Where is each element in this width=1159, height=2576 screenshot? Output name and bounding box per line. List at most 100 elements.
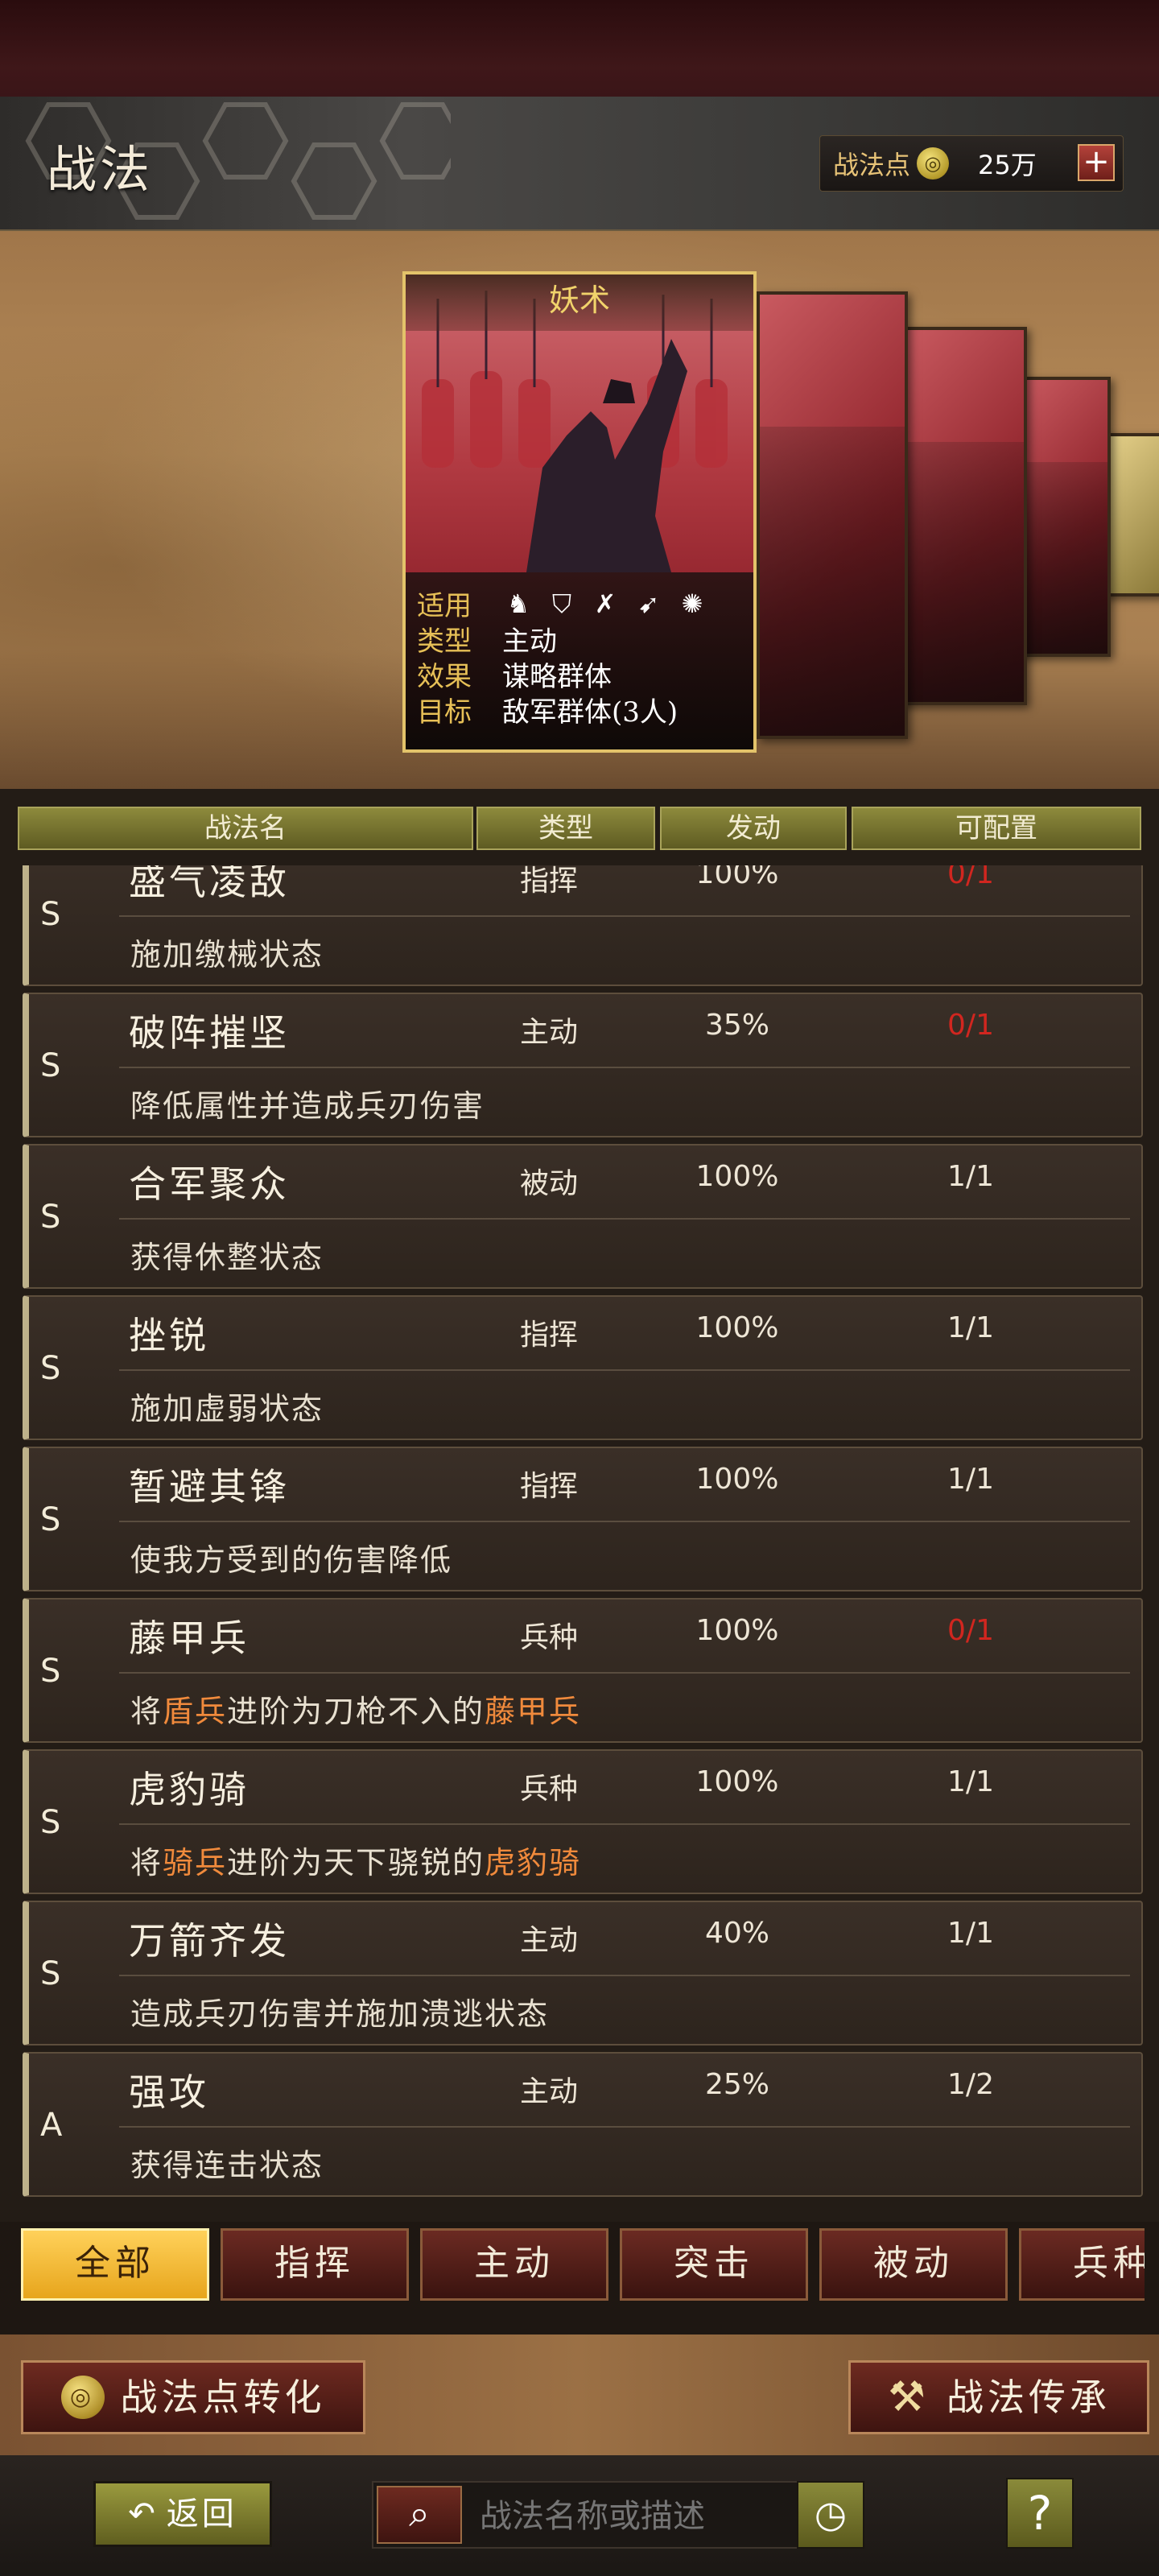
description-text: 施加虚弱状态	[130, 1391, 324, 1426]
tactic-description: 将骑兵进阶为天下骁锐的虎豹骑	[130, 1838, 581, 1882]
tactic-name: 挫锐	[129, 1314, 209, 1357]
search-icon[interactable]: ⌕	[377, 2486, 462, 2544]
info-row-applicable: 适用 ♞ ⛉ ✗ ➹ ✺	[417, 584, 708, 623]
row-divider	[119, 1369, 1130, 1371]
header-bar: 战法 战法点 ◎ 25万 +	[0, 97, 1159, 231]
tactic-slots: 1/1	[947, 1463, 994, 1496]
tactic-grade: S	[40, 896, 61, 933]
tactic-slots: 0/1	[947, 1009, 994, 1042]
column-header-name[interactable]: 战法名	[18, 807, 473, 850]
tactic-slots: 0/1	[947, 1614, 994, 1647]
description-text: 获得连击状态	[130, 2148, 324, 2183]
top-banner	[0, 0, 1159, 97]
tactic-type: 指挥	[519, 1470, 578, 1503]
convert-points-button[interactable]: ◎ 战法点转化	[21, 2360, 365, 2434]
tactic-rate: 100%	[695, 1765, 779, 1798]
row-divider	[119, 915, 1130, 917]
tab-troop[interactable]: 兵种	[1019, 2228, 1145, 2301]
tab-passive[interactable]: 被动	[819, 2228, 1008, 2301]
table-row[interactable]: S 合军聚众 被动 100% 1/1 获得休整状态	[23, 1144, 1143, 1289]
convert-points-label: 战法点转化	[120, 2376, 326, 2419]
tab-command[interactable]: 指挥	[221, 2228, 409, 2301]
tactic-points-value: 25万	[978, 150, 1037, 180]
tab-active[interactable]: 主动	[420, 2228, 608, 2301]
tactic-rate: 35%	[704, 1009, 769, 1042]
featured-card-name: 妖术	[406, 275, 753, 331]
highlighted-term: 虎豹骑	[485, 1845, 582, 1880]
card-preview-2[interactable]	[898, 327, 1027, 705]
tactic-name: 暂避其锋	[129, 1465, 290, 1509]
tab-assault[interactable]: 突击	[620, 2228, 808, 2301]
tactic-rate: 100%	[695, 1614, 779, 1647]
tactic-rate: 100%	[695, 1160, 779, 1193]
tactic-rate: 40%	[704, 1917, 769, 1950]
tactic-grade: S	[40, 1199, 61, 1236]
table-row[interactable]: S 虎豹骑 兵种 100% 1/1 将骑兵进阶为天下骁锐的虎豹骑	[23, 1749, 1143, 1894]
row-divider	[119, 1672, 1130, 1674]
tactic-slots: 1/1	[947, 1160, 994, 1193]
tactic-points-display: 战法点 ◎ 25万 +	[819, 135, 1124, 192]
shield-icon: ⛉	[551, 588, 571, 619]
tactic-description: 获得连击状态	[130, 2140, 324, 2185]
tactic-grade: A	[40, 2107, 63, 2144]
tactic-type: 兵种	[519, 1621, 578, 1654]
tactic-grade: S	[40, 1804, 61, 1841]
tactic-grade: S	[40, 1653, 61, 1690]
column-header-type[interactable]: 类型	[476, 807, 655, 850]
column-header-rate[interactable]: 发动	[660, 807, 847, 850]
table-row[interactable]: S 万箭齐发 主动 40% 1/1 造成兵刃伤害并施加溃逃状态	[23, 1901, 1143, 2046]
table-row[interactable]: S 盛气凌敌 指挥 100% 0/1 施加缴械状态	[23, 865, 1143, 986]
row-divider	[119, 1521, 1130, 1522]
tactic-description: 施加虚弱状态	[130, 1384, 324, 1428]
cavalry-icon: ♞	[506, 588, 530, 619]
tab-all[interactable]: 全部	[21, 2228, 209, 2301]
tactic-slots: 0/1	[947, 865, 994, 890]
add-points-button[interactable]: +	[1078, 144, 1115, 181]
hammer-icon: ⚒	[888, 2373, 930, 2421]
tactic-type: 兵种	[519, 1773, 578, 1806]
tactic-grade: S	[40, 1350, 61, 1387]
row-divider	[119, 2126, 1130, 2128]
tactic-name: 虎豹骑	[129, 1768, 250, 1811]
row-divider	[119, 1218, 1130, 1220]
help-button[interactable]: ?	[1006, 2478, 1074, 2549]
table-row[interactable]: S 暂避其锋 指挥 100% 1/1 使我方受到的伤害降低	[23, 1447, 1143, 1591]
bottom-nav: ↶返回 ⌕ ◷ ?	[0, 2455, 1159, 2576]
table-row[interactable]: S 挫锐 指挥 100% 1/1 施加虚弱状态	[23, 1295, 1143, 1440]
unit-type-icons: ♞ ⛉ ✗ ➹ ✺	[502, 588, 708, 620]
inherit-tactic-button[interactable]: ⚒ 战法传承	[848, 2360, 1149, 2434]
table-row[interactable]: S 破阵摧坚 主动 35% 0/1 降低属性并造成兵刃伤害	[23, 993, 1143, 1137]
card-preview-1[interactable]	[757, 291, 908, 739]
column-header-slots[interactable]: 可配置	[852, 807, 1141, 850]
tactic-type: 被动	[519, 1167, 578, 1200]
tactic-point-coin-icon: ◎	[917, 147, 950, 180]
search-bar: ⌕	[372, 2481, 863, 2549]
tactic-description: 降低属性并造成兵刃伤害	[130, 1081, 485, 1125]
description-text: 降低属性并造成兵刃伤害	[130, 1088, 485, 1124]
tactic-type: 主动	[519, 1924, 578, 1957]
tactic-type: 指挥	[519, 865, 578, 898]
history-clock-icon[interactable]: ◷	[797, 2481, 864, 2549]
back-button[interactable]: ↶ 返回	[93, 2481, 272, 2547]
tactic-type: 主动	[519, 1016, 578, 1049]
search-input[interactable]	[478, 2489, 739, 2544]
tactic-name: 藤甲兵	[129, 1616, 250, 1660]
highlighted-term: 骑兵	[163, 1845, 228, 1880]
card-info-panel: 适用 ♞ ⛉ ✗ ➹ ✺ 类型 主动 效果 谋略群体 目标 敌军群体(3人)	[406, 572, 753, 749]
tactic-grade: S	[40, 1501, 61, 1538]
card-preview-3[interactable]	[1016, 377, 1111, 657]
tactic-slots: 1/1	[947, 1311, 994, 1344]
inherit-tactic-label: 战法传承	[947, 2376, 1111, 2419]
tactic-slots: 1/2	[947, 2068, 994, 2101]
tactic-rate: 25%	[704, 2068, 769, 2101]
tactic-slots: 1/1	[947, 1765, 994, 1798]
highlighted-term: 藤甲兵	[485, 1694, 582, 1729]
filter-tabs: 全部 指挥 主动 突击 被动 兵种	[18, 2222, 1145, 2310]
table-row[interactable]: S 藤甲兵 兵种 100% 0/1 将盾兵进阶为刀枪不入的藤甲兵	[23, 1598, 1143, 1743]
tactic-type: 主动	[519, 2075, 578, 2108]
tactic-points-label: 战法点	[833, 150, 911, 180]
table-row[interactable]: A 强攻 主动 25% 1/2 获得连击状态	[23, 2052, 1143, 2197]
tactics-list[interactable]: S 盛气凌敌 指挥 100% 0/1 施加缴械状态 S 破阵摧坚 主动 35% 0/1 降低属性并造成…	[18, 865, 1145, 2210]
featured-tactic-card[interactable]: 妖术 适用 ♞ ⛉ ✗ ➹ ✺ 类型 主动 效果 谋略群体 目标 敌军群体(3人…	[402, 271, 757, 753]
back-label: 返回	[166, 2496, 237, 2533]
